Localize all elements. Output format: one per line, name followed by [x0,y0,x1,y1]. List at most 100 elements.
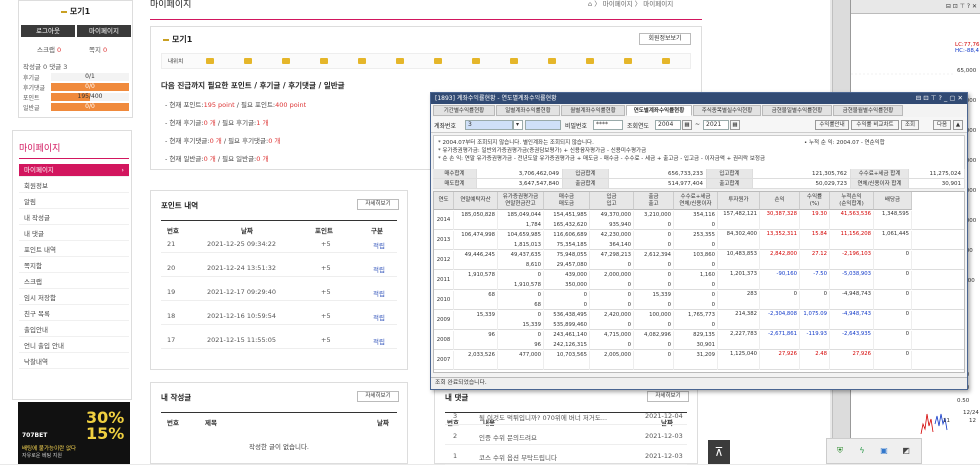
menu-item[interactable]: 쪽지함 [19,260,129,273]
menu-item[interactable]: 포인트 내역 [19,244,129,257]
requirement-current-label: - 현재 후기댓글: [165,137,210,145]
grid-cell: 49,446,245 [454,251,498,270]
grid-cell: 104,659,985 1,815,013 [498,231,544,250]
summary-table: 매수합계 3,706,462,049 입금합계 656,733,233 입고합계 121,… [433,169,965,189]
grid-row[interactable]: 2013 106,474,998 104,659,985 1,815,013 116,6… [434,231,964,250]
breadcrumb[interactable]: ⌂ 〉 마이페이지 〉 마이페이지 [588,0,673,8]
row-content-link[interactable]: 될 이것도 먹튀입니까? 070위에 버너 저거도... [479,412,639,422]
ad-banner[interactable]: 30% 15% 707BET 배팅에 불가능이란 없다 자유로운 베팅 지원 [18,402,130,464]
account-input[interactable]: 3 [465,120,513,130]
menu-item[interactable]: 출입안내 [19,324,129,337]
account-subfield[interactable] [525,120,561,130]
tab-7[interactable]: 금현물월별수익률현황 [833,105,903,116]
grid-cell: 2,227,783 [718,331,760,350]
menu-item[interactable]: 내 댓글 [19,228,129,241]
menu-item[interactable]: 스크랩 [19,276,129,289]
window-titlebar[interactable]: [1893] 계좌수익률현황 - 연도별계좌수익률현황 [431,93,967,104]
replies-more-button[interactable]: 자세히보기 [647,391,689,402]
grid-cell: 536,438,495 535,899,460 [544,311,590,330]
grid-cell: 103,860 0 [674,251,718,270]
compare-chart-button[interactable]: 수익률 비교차트 [851,120,899,130]
tab-3[interactable]: 월별계좌수익률현황 [561,105,625,116]
grid-cell-value: 0 [627,341,631,348]
tab-5[interactable]: 주식종목별실수익현황 [693,105,761,116]
row-type-link[interactable]: 적립 [373,312,385,322]
memo-count[interactable]: 쪽지 0 [89,44,107,54]
table-row[interactable]: 3 될 이것도 먹튀입니까? 070위에 버너 저거도... 2021-12-04 [445,407,687,425]
table-row: 18 2021-12-16 10:59:54 +5 적립 [161,307,397,325]
member-info-button[interactable]: 회원정보보기 [639,33,691,45]
grid-cell-value: 42,230,000 [600,232,631,238]
row-type-link[interactable]: 적립 [373,288,385,298]
row-type-link[interactable]: 적립 [373,264,385,274]
menu-item[interactable]: 낙찰내역 [19,356,129,369]
logout-button[interactable]: 로그아웃 [21,25,75,37]
menu-item[interactable]: 마이페이지 [19,164,129,177]
menu-item[interactable]: 친구 목록 [19,308,129,321]
chart-toolbar[interactable]: ⊟ ⊡ ⊤ ? ✕ [851,0,980,14]
row-content-link[interactable]: 코스 수위 옵션 부탁드립니다 [479,452,639,462]
query-button[interactable]: 조회 [901,120,919,130]
from-year-input[interactable]: 2004 [655,120,681,130]
posts-more-button[interactable]: 자세히보기 [357,391,399,402]
grid-cell: 2010 [434,291,454,310]
grid-cell: 2,000,000 0 [590,271,634,290]
summary-label: 입금합계 [563,169,609,179]
account-dropdown[interactable]: ▾ [513,120,523,130]
tab-2[interactable]: 일별계좌수익률현황 [496,105,560,116]
grid-row[interactable]: 2007 2,033,526 477,000 10,703,565 2,005,000 0… [434,351,964,370]
menu-item[interactable]: 회원정보 [19,180,129,193]
table-row[interactable]: 2 인증 수위 문의드려요 2021-12-03 [445,427,687,445]
scroll-up-icon[interactable]: ▲ [953,120,963,130]
summary-value: 30,901 [909,179,965,189]
return-guide-button[interactable]: 수익률안내 [815,120,849,130]
grid-cell-value: 0 [667,281,671,288]
notice-line: * 2004.07부터 조회되지 않습니다. 별인계좌는 조회되지 않습니다. [438,140,594,146]
row-type-link[interactable]: 적립 [373,336,385,346]
scrap-count[interactable]: 스크랩 0 [37,44,61,54]
grid-cell: 1,160 0 [674,271,718,290]
calendar-icon[interactable]: ▦ [730,120,740,130]
tab-4[interactable]: 연도별계좌수익률현황 [626,105,692,116]
grid-row[interactable]: 2012 49,446,245 49,437,635 8,610 75,948,055 2… [434,251,964,270]
grid-cell: 1,075.09 [800,311,830,330]
mypage-button[interactable]: 마이페이지 [77,25,131,37]
tab-6[interactable]: 금현물일별수익률현황 [762,105,832,116]
menu-item[interactable]: 알림 [19,196,129,209]
to-year-input[interactable]: 2021 [703,120,729,130]
point-more-button[interactable]: 자세히보기 [357,199,399,210]
row-point: +5 [321,312,331,320]
grid-cell: 2008 [434,331,454,350]
menu-item[interactable]: 내 작성글 [19,212,129,225]
bolt-icon[interactable]: ϟ [857,446,867,456]
title-divider [150,19,702,20]
grid-row[interactable]: 2014 185,050,828 185,049,044 1,784 154,451,9… [434,211,964,230]
row-type-link[interactable]: 적립 [373,240,385,250]
scroll-top-button[interactable]: ⊼ [708,440,730,464]
grid-cell: -4,948,743 [830,291,874,310]
level-badge-icon [358,58,366,64]
shield-icon[interactable]: ⛨ [835,446,845,456]
grid-cell-value: 10,703,565 [556,352,587,358]
col-header-type: 구분 [371,227,383,235]
next-button[interactable]: 다음 [933,120,951,130]
returns-grid[interactable]: 연도 연말예탁자산 유가증권평가금 연말현금잔고 매수금 매도금 입금 입고 출금 출고 수… [433,191,965,373]
grid-cell-value: 0 [537,292,541,298]
col-header-number: 번호 [167,419,179,427]
grid-cell: 0 15,339 [498,311,544,330]
folder-icon[interactable]: ◩ [901,446,911,456]
menu-item[interactable]: 임시 저장함 [19,292,129,305]
grid-row[interactable]: 2009 15,339 0 15,339 536,438,495 535,899,460 2… [434,311,964,330]
grid-row[interactable]: 2011 1,910,578 0 1,910,578 439,000 350,000 2,0… [434,271,964,290]
password-input[interactable]: **** [593,120,623,130]
app-icon[interactable]: ▣ [879,446,889,456]
menu-item[interactable]: 언니 출입 안내 [19,340,129,353]
calendar-icon[interactable]: ▦ [682,120,692,130]
table-row[interactable]: 1 코스 수위 옵션 부탁드립니다 2021-12-03 [445,447,687,465]
grid-row[interactable]: 2010 68 0 68 0 0 0 0 15,339 0 0 0 283 0 0 -4,948,743 0 [434,291,964,310]
level-row-label: 일반글 [23,105,40,112]
grid-row[interactable]: 2008 96 0 96 243,461,140 242,126,315 4,715,000… [434,331,964,350]
tab-1[interactable]: 기간별수익률현황 [433,105,495,116]
row-content-link[interactable]: 인증 수위 문의드려요 [479,432,639,442]
window-controls[interactable]: ⊟ ⊡ ⊤ ? _ ▢ ✕ [916,93,963,104]
